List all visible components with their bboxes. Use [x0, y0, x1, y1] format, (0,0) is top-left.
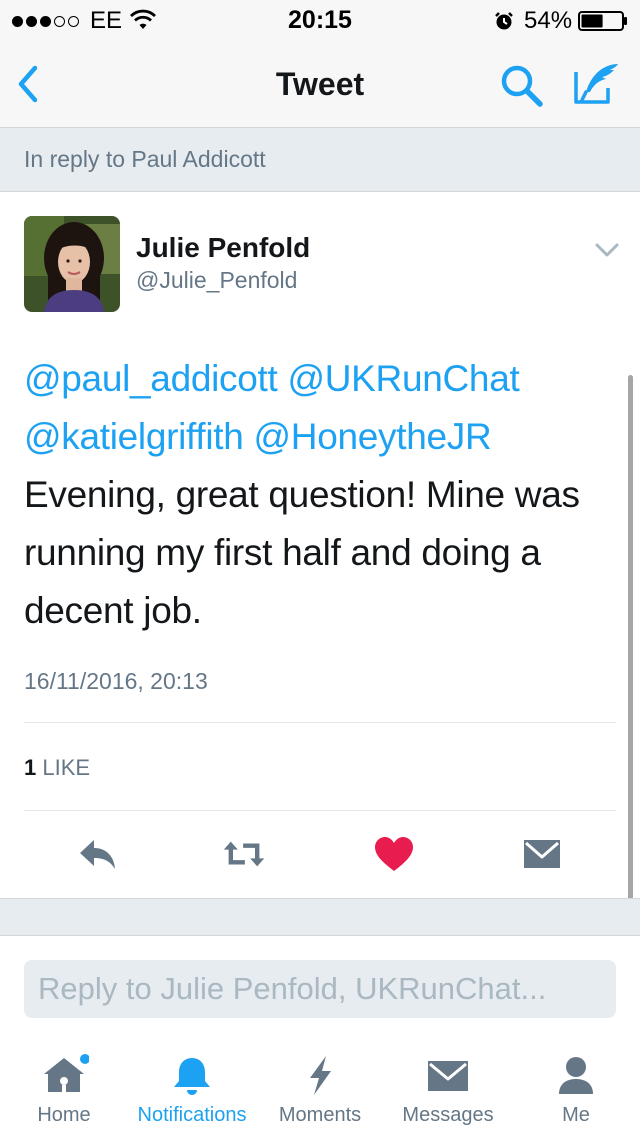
- tab-me[interactable]: Me: [512, 1050, 640, 1136]
- tweet-text: @paul_addicott @UKRunChat @katielgriffit…: [24, 350, 616, 640]
- lightning-icon: [310, 1056, 331, 1095]
- reply-context-text: In reply to Paul Addicott: [24, 146, 266, 172]
- like-count[interactable]: 1 LIKE: [24, 755, 90, 781]
- tweet-line: decent job.: [24, 590, 202, 631]
- author-handle[interactable]: @Julie_Penfold: [136, 267, 297, 294]
- page-title: Tweet: [275, 66, 365, 102]
- tab-label: Me: [562, 1104, 590, 1126]
- mention-link[interactable]: @paul_addicott: [24, 358, 278, 399]
- section-separator: [0, 898, 640, 936]
- tweet-line: @paul_addicott @UKRunChat: [24, 350, 616, 408]
- tab-label: Notifications: [137, 1104, 247, 1126]
- retweet-icon[interactable]: [222, 834, 266, 874]
- envelope-icon: [428, 1061, 468, 1091]
- bell-icon: [174, 1058, 210, 1095]
- tab-label: Home: [37, 1104, 91, 1126]
- mention-link[interactable]: @UKRunChat: [287, 358, 519, 399]
- search-icon[interactable]: [498, 62, 544, 108]
- tweet-line: Evening, great question! Mine was: [24, 474, 580, 515]
- tab-moments[interactable]: Moments: [256, 1050, 384, 1136]
- divider: [24, 722, 616, 723]
- chevron-down-icon[interactable]: [594, 240, 620, 260]
- tweet-line: running my first half and doing a: [24, 532, 541, 573]
- divider: [24, 810, 616, 811]
- tweet-line: @katielgriffith @HoneytheJR: [24, 408, 616, 466]
- scrollbar[interactable]: [628, 375, 633, 900]
- tab-home[interactable]: Home: [0, 1050, 128, 1136]
- author-name[interactable]: Julie Penfold: [136, 232, 310, 264]
- author-avatar[interactable]: [24, 216, 120, 312]
- alarm-icon: [495, 12, 513, 30]
- tweet-timestamp: 16/11/2016, 20:13: [24, 668, 208, 694]
- reply-icon[interactable]: [76, 834, 120, 874]
- like-count-label: LIKE: [42, 755, 91, 780]
- tab-label: Moments: [278, 1104, 362, 1126]
- battery-icon: [578, 11, 627, 31]
- person-icon: [559, 1057, 593, 1094]
- like-heart-icon[interactable]: [372, 834, 416, 874]
- mention-link[interactable]: @HoneytheJR: [254, 416, 492, 457]
- tab-notifications[interactable]: Notifications: [128, 1050, 256, 1136]
- tab-messages[interactable]: Messages: [384, 1050, 512, 1136]
- mention-link[interactable]: @katielgriffith: [24, 416, 244, 457]
- compose-icon[interactable]: [572, 60, 622, 106]
- home-icon: [44, 1054, 89, 1092]
- reply-input[interactable]: [24, 960, 616, 1018]
- tab-label: Messages: [402, 1104, 494, 1126]
- notification-badge-dot: [80, 1054, 89, 1064]
- battery-percent: 54%: [524, 7, 573, 34]
- direct-message-icon[interactable]: [520, 834, 564, 874]
- like-count-number: 1: [24, 755, 37, 780]
